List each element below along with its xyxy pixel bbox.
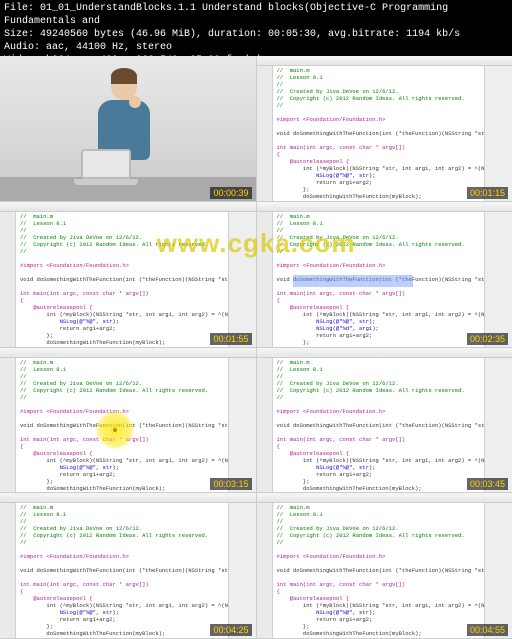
timestamp: 00:03:15 [210,478,251,490]
code-editor: // // main.m // Lesson 8.1 // // Created… [273,56,485,201]
timestamp: 00:02:35 [467,333,508,345]
audio-line: Audio: aac, 44100 Hz, stereo [4,41,508,54]
code-editor: // // main.m // Lesson 8.1 // // Created… [16,202,228,347]
ide-toolbar [257,348,512,358]
timestamp: 00:00:39 [210,187,251,199]
line-gutter [0,493,16,638]
cursor-spotlight-icon [95,410,135,450]
thumbnail-cell: // // main.m // Lesson 8.1 // // Created… [257,202,512,347]
thumbnail-cell: // // main.m // Lesson 8.1 // // Created… [0,348,257,493]
ide-toolbar [0,202,256,212]
line-gutter [0,348,16,493]
thumbnail-cell: // // main.m // Lesson 8.1 // // Created… [257,493,512,638]
ide-view: // // main.m // Lesson 8.1 // // Created… [257,348,512,493]
ide-sidebar [228,348,256,493]
grid-row: // // main.m // Lesson 8.1 // // Created… [0,202,512,348]
ide-toolbar [257,56,512,66]
timestamp: 00:04:55 [467,624,508,636]
ide-toolbar [0,493,256,503]
line-gutter [257,493,273,638]
thumbnail-cell: 00:00:39 [0,56,257,201]
ide-sidebar [484,348,512,493]
timestamp: 00:01:55 [210,333,251,345]
ide-view: // // main.m // Lesson 8.1 // // Created… [257,56,512,201]
ide-toolbar [257,493,512,503]
size-line: Size: 49240560 bytes (46.96 MiB), durati… [4,28,508,41]
code-editor: // // main.m // Lesson 8.1 // // Created… [273,348,485,493]
thumbnail-cell: // // main.m // Lesson 8.1 // // Created… [0,202,257,347]
selection-highlight [293,275,413,287]
timestamp: 00:03:45 [467,478,508,490]
code-editor: // // main.m // Lesson 8.1 // // Created… [273,493,485,638]
ide-toolbar [0,348,256,358]
ide-sidebar [484,202,512,347]
thumbnail-cell: // // main.m // Lesson 8.1 // // Created… [0,493,257,638]
grid-row: 00:00:39 // // main.m // Lesson 8.1 // /… [0,56,512,202]
ide-toolbar [257,202,512,212]
line-gutter [257,202,273,347]
code-editor: // // main.m // Lesson 8.1 // // Created… [16,493,228,638]
ide-sidebar [228,493,256,638]
timestamp: 00:04:25 [210,624,251,636]
line-gutter [257,348,273,493]
file-line: File: 01_01_UnderstandBlocks.1.1 Underst… [4,2,508,28]
presenter-frame [0,56,256,201]
laptop-icon [72,149,140,187]
line-gutter [0,202,16,347]
ide-view: // // main.m // Lesson 8.1 // // Created… [0,493,256,638]
thumbnail-cell: // // main.m // Lesson 8.1 // // Created… [257,56,512,201]
grid-row: // // main.m // Lesson 8.1 // // Created… [0,493,512,639]
thumbnail-grid: 00:00:39 // // main.m // Lesson 8.1 // /… [0,56,512,639]
ide-view: // // main.m // Lesson 8.1 // // Created… [257,493,512,638]
grid-row: // // main.m // Lesson 8.1 // // Created… [0,348,512,494]
ide-view: // // main.m // Lesson 8.1 // // Created… [0,202,256,347]
line-gutter [257,56,273,201]
ide-sidebar [484,493,512,638]
ide-sidebar [484,56,512,201]
ide-sidebar [228,202,256,347]
timestamp: 00:01:15 [467,187,508,199]
thumbnail-cell: // // main.m // Lesson 8.1 // // Created… [257,348,512,493]
